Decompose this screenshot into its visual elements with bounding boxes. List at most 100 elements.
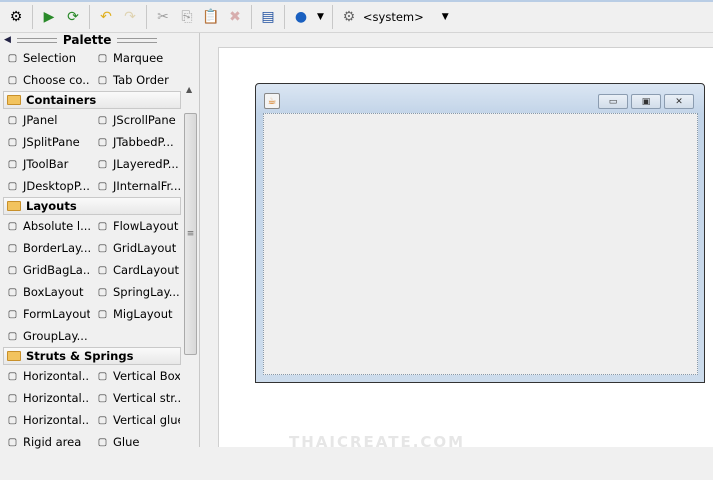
component-icon: ▢ [7,180,18,192]
refresh-icon[interactable]: ⟳ [62,6,84,28]
palette-row: ▢ Choose co... ▢ Tab Order [0,69,199,91]
palette-item-label: BorderLay... [23,241,90,255]
palette-row: ▢ FormLayout ▢ MigLayout [0,303,199,325]
palette-item-label: Absolute l... [23,219,90,233]
palette-category[interactable]: Containers [3,91,181,109]
palette-item[interactable]: ▢ JLayeredP... [90,157,180,171]
redo-icon[interactable]: ↷ [119,6,141,28]
palette-item[interactable]: ▢ GroupLay... [0,329,90,343]
palette-item-label: JDesktopP... [23,179,90,193]
palette-item[interactable]: ▢ CardLayout [90,263,180,277]
palette-item[interactable]: ▢ JScrollPane [90,113,180,127]
palette-scrollbar[interactable]: ▲ ≡ [183,83,198,480]
component-icon: ▢ [7,74,18,86]
palette-category[interactable]: Struts & Springs [3,347,181,365]
toolbar: ⚙ ▶ ⟳ ↶ ↷ ✂ ⎘ 📋 ✖ ▤ ● ▼ ⚙ <system> ▼ [0,0,713,33]
jframe-form[interactable]: ☕ ▭ ▣ ✕ [255,83,705,383]
palette-item[interactable]: ▢ JTabbedP... [90,135,180,149]
component-icon: ▢ [7,114,18,126]
palette-item-label: JTabbedP... [113,135,174,149]
component-icon: ▢ [7,330,18,342]
maximize-button[interactable]: ▣ [631,94,661,109]
component-icon: ▢ [97,158,108,170]
component-icon: ▢ [97,392,108,404]
close-button[interactable]: ✕ [664,94,694,109]
content-pane[interactable] [263,113,698,375]
component-icon: ▢ [97,220,108,232]
palette-item[interactable]: ▢ FlowLayout [90,219,180,233]
palette-item[interactable]: ▢ JPanel [0,113,90,127]
palette-item-label: Horizontal... [23,413,90,427]
palette-item[interactable]: ▢ FormLayout [0,307,90,321]
preview-design-icon[interactable]: ▶ [38,6,60,28]
palette-item-label: JInternalFr... [113,179,180,193]
palette-item[interactable]: ▢ JSplitPane [0,135,90,149]
palette-item[interactable]: ▢ GridBagLa... [0,263,90,277]
palette-item[interactable]: ▢ Horizontal... [0,391,90,405]
inspector-icon[interactable]: ⚙ [5,6,27,28]
minimize-button[interactable]: ▭ [598,94,628,109]
palette-item[interactable]: ▢ SpringLay... [90,285,180,299]
palette-item[interactable]: ▢ Selection [0,51,90,65]
palette-category[interactable]: Layouts [3,197,181,215]
delete-icon[interactable]: ✖ [224,6,246,28]
component-icon: ▢ [97,114,108,126]
palette-row: ▢ GridBagLa... ▢ CardLayout [0,259,199,281]
palette-item[interactable]: ▢ Horizontal... [0,369,90,383]
chevron-down-icon[interactable]: ▼ [317,12,324,22]
palette-item-label: JPanel [23,113,58,127]
globe-icon[interactable]: ● [290,6,312,28]
palette-item[interactable]: ▢ BorderLay... [0,241,90,255]
palette-panel: ◀ Palette ▢ Selection ▢ Marquee ▢ Choose co..… [0,33,200,480]
component-icon: ▢ [97,370,108,382]
palette-item[interactable]: ▢ Marquee [90,51,180,65]
lookfeel-select[interactable]: <system> [363,10,424,24]
divider [89,5,90,29]
palette-item[interactable]: ▢ Tab Order [90,73,180,87]
palette-item-label: Tab Order [113,73,169,87]
divider [146,5,147,29]
palette-item[interactable]: ▢ JDesktopP... [0,179,90,193]
component-icon: ▢ [7,308,18,320]
palette-item-label: SpringLay... [113,285,180,299]
chevron-down-icon[interactable]: ▼ [442,12,449,22]
component-icon: ▢ [7,264,18,276]
category-label: Containers [26,93,97,107]
folder-icon [7,201,21,211]
palette-item[interactable]: ▢ BoxLayout [0,285,90,299]
divider [284,5,285,29]
palette-item[interactable]: ▢ JToolBar [0,157,90,171]
folder-icon [7,351,21,361]
palette-item-label: Vertical str... [113,391,180,405]
palette-item[interactable]: ▢ Vertical str... [90,391,180,405]
palette-row: ▢ JSplitPane ▢ JTabbedP... [0,131,199,153]
palette-item-label: GridBagLa... [23,263,90,277]
palette-item[interactable]: ▢ Absolute l... [0,219,90,233]
palette-item[interactable]: ▢ Horizontal... [0,413,90,427]
palette-row: ▢ Horizontal... ▢ Vertical Box [0,365,199,387]
palette-item[interactable]: ▢ Choose co... [0,73,90,87]
collapse-arrow-icon[interactable]: ◀ [4,35,11,45]
paste-icon[interactable]: 📋 [200,6,222,28]
palette-item[interactable]: ▢ Vertical Box [90,369,180,383]
palette-item-label: GridLayout [113,241,177,255]
component-icon: ▢ [7,286,18,298]
palette-item-label: MigLayout [113,307,173,321]
palette-item-label: Horizontal... [23,391,90,405]
component-icon: ▢ [97,242,108,254]
scroll-up-icon[interactable]: ▲ [186,85,192,94]
palette-item[interactable]: ▢ Vertical glue [90,413,180,427]
category-label: Struts & Springs [26,349,134,363]
copy-icon[interactable]: ⎘ [176,6,198,28]
component-icon: ▢ [7,392,18,404]
cut-icon[interactable]: ✂ [152,6,174,28]
undo-icon[interactable]: ↶ [95,6,117,28]
scrollbar-thumb[interactable]: ≡ [184,113,197,355]
palette-item[interactable]: ▢ GridLayout [90,241,180,255]
palette-item[interactable]: ▢ MigLayout [90,307,180,321]
palette-item-label: CardLayout [113,263,179,277]
palette-item[interactable]: ▢ JInternalFr... [90,179,180,193]
component-icon: ▢ [7,220,18,232]
test-form-icon[interactable]: ▤ [257,6,279,28]
component-icon: ▢ [97,308,108,320]
